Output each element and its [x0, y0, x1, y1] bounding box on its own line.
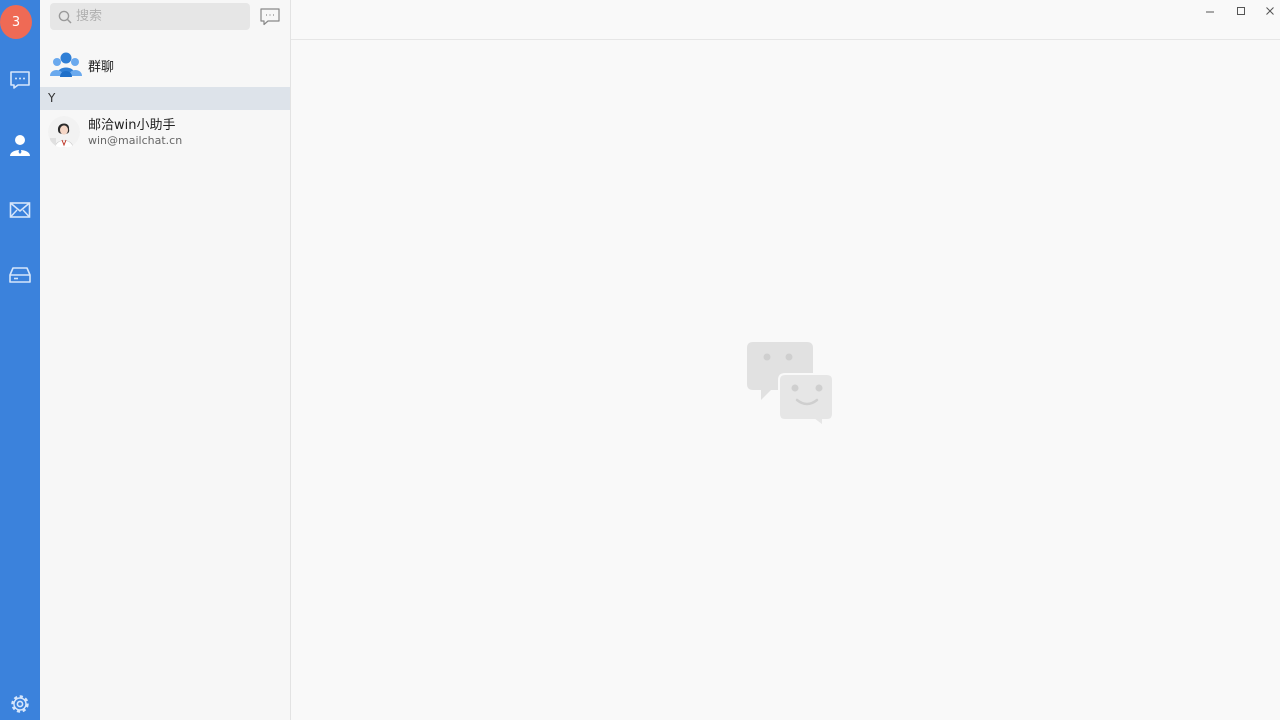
group-chat-item[interactable]: 群聊	[40, 46, 290, 84]
nav-contacts-button[interactable]	[0, 127, 40, 163]
close-icon	[1266, 7, 1274, 15]
section-header: Y	[40, 87, 290, 110]
search-box	[50, 3, 250, 30]
contact-list-item[interactable]: 邮洽win小助手 win@mailchat.cn	[40, 111, 290, 153]
nav-chat-button[interactable]	[0, 62, 40, 98]
minimize-icon	[1206, 11, 1214, 13]
empty-chat-illustration-icon	[747, 342, 834, 426]
left-nav-bar: 3	[0, 0, 40, 720]
gear-icon	[11, 695, 29, 713]
contacts-panel: 群聊 Y 邮洽win小助手 win@mailchat.cn	[40, 0, 291, 720]
maximize-icon	[1237, 7, 1245, 15]
main-content	[291, 0, 1280, 720]
message-plus-icon	[260, 8, 280, 26]
envelope-icon	[9, 202, 31, 218]
user-avatar[interactable]: 3	[0, 5, 32, 39]
drive-icon	[9, 267, 31, 283]
contact-email: win@mailchat.cn	[88, 133, 183, 147]
close-button[interactable]	[1255, 0, 1280, 22]
group-icon	[50, 52, 82, 77]
assistant-avatar-icon	[48, 116, 80, 148]
contact-avatar	[48, 116, 80, 148]
maximize-button[interactable]	[1226, 0, 1256, 22]
contact-name: 邮洽win小助手	[88, 117, 176, 133]
top-bar	[291, 0, 1280, 40]
nav-settings-button[interactable]	[0, 686, 40, 720]
person-icon	[10, 135, 30, 156]
search-icon	[58, 10, 72, 24]
nav-mail-button[interactable]	[0, 192, 40, 228]
nav-drive-button[interactable]	[0, 257, 40, 293]
minimize-button[interactable]	[1195, 0, 1225, 22]
new-chat-button[interactable]	[258, 6, 282, 28]
chat-bubble-icon	[10, 71, 30, 89]
group-chat-label: 群聊	[88, 59, 115, 75]
search-input[interactable]	[76, 4, 246, 29]
